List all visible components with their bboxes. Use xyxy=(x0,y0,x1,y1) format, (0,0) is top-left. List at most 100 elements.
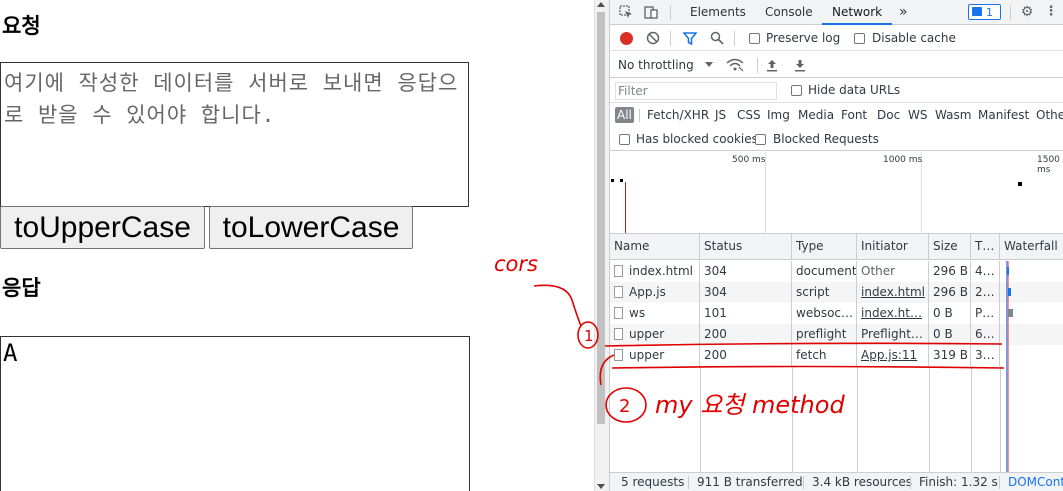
column-divider xyxy=(792,366,793,472)
column-size[interactable]: Size xyxy=(929,234,971,260)
column-waterfall[interactable]: Waterfall xyxy=(1000,234,1063,260)
request-type: websoc… xyxy=(792,303,857,324)
throttling-select[interactable]: No throttling xyxy=(618,58,694,72)
request-name-text: upper xyxy=(629,348,665,362)
request-name: upper xyxy=(610,324,700,345)
document-icon xyxy=(614,349,623,361)
request-initiator-link[interactable]: App.js:11 xyxy=(857,345,929,366)
tab-separator xyxy=(670,5,671,20)
column-time[interactable]: T… xyxy=(971,234,1000,260)
throttling-toolbar: No throttling xyxy=(610,52,1063,78)
search-icon[interactable] xyxy=(710,31,724,48)
request-waterfall xyxy=(1000,324,1063,345)
page-scrollbar[interactable] xyxy=(594,0,609,491)
request-name-text: upper xyxy=(629,327,665,341)
filter-type-manifest[interactable]: Manifest xyxy=(978,108,1029,122)
blocked-requests-checkbox[interactable] xyxy=(755,134,766,145)
column-divider xyxy=(971,366,972,472)
filter-type-all[interactable]: All xyxy=(615,107,634,123)
network-status-bar: 5 requests 911 B transferred 3.4 kB reso… xyxy=(610,472,1063,491)
filter-input[interactable]: Filter xyxy=(615,82,777,100)
request-row[interactable]: upper 200 fetch App.js:11 319 B 3… xyxy=(610,345,1063,366)
filter-type-other[interactable]: Other xyxy=(1036,108,1063,122)
more-tabs-chevron-icon[interactable]: » xyxy=(899,0,908,25)
filter-type-img[interactable]: Img xyxy=(767,108,790,122)
hide-data-urls-label: Hide data URLs xyxy=(808,83,901,97)
filter-type-doc[interactable]: Doc xyxy=(877,108,900,122)
column-type[interactable]: Type xyxy=(792,234,857,260)
tab-elements[interactable]: Elements xyxy=(690,0,746,25)
column-divider xyxy=(857,366,858,472)
request-heading: 요청 xyxy=(2,14,41,38)
request-initiator-link[interactable]: index.html xyxy=(857,282,929,303)
filter-separator xyxy=(639,109,640,122)
hide-data-urls-checkbox[interactable] xyxy=(791,85,802,96)
settings-gear-icon[interactable]: ⚙ xyxy=(1020,5,1034,19)
toolbar-separator xyxy=(734,31,735,46)
record-icon[interactable] xyxy=(620,32,633,45)
preserve-log-checkbox[interactable] xyxy=(749,33,760,44)
tab-network[interactable]: Network xyxy=(822,0,893,25)
request-textarea[interactable]: 여기에 작성한 데이터를 서버로 보내면 응답으로 받을 수 있어야 합니다. xyxy=(0,62,469,207)
status-separator xyxy=(910,476,911,489)
request-waterfall xyxy=(1000,345,1063,366)
request-initiator-link[interactable]: index.ht… xyxy=(857,303,929,324)
preserve-log-label: Preserve log xyxy=(766,31,841,45)
toolbar-separator xyxy=(670,31,671,46)
tab-console[interactable]: Console xyxy=(765,0,813,25)
network-conditions-wifi-icon[interactable] xyxy=(726,58,744,75)
request-size: 296 B xyxy=(929,261,971,282)
has-blocked-cookies-checkbox[interactable] xyxy=(619,134,630,145)
import-har-upload-icon[interactable] xyxy=(766,58,778,75)
scrollbar-thumb[interactable] xyxy=(597,12,605,424)
devtools-panel: Elements Console Network » 1 ⚙ ⋮ Preserv… xyxy=(609,0,1063,491)
request-name-text: ws xyxy=(629,306,646,320)
filter-funnel-icon[interactable] xyxy=(682,32,698,48)
document-icon xyxy=(614,286,623,298)
request-count: 5 requests xyxy=(621,475,685,489)
has-blocked-cookies-label: Has blocked cookies xyxy=(636,132,758,146)
response-text: A xyxy=(3,339,18,367)
overview-request-mark xyxy=(1018,182,1022,186)
request-row[interactable]: App.js 304 script index.html 296 B 2… xyxy=(610,282,1063,303)
request-row[interactable]: upper 200 preflight Preflight… 0 B 6… xyxy=(610,324,1063,345)
request-row[interactable]: index.html 304 document Other 296 B 4… xyxy=(610,261,1063,282)
filter-type-css[interactable]: CSS xyxy=(737,108,761,122)
filter-type-fetch-xhr[interactable]: Fetch/XHR xyxy=(647,108,709,122)
domcontentloaded-time: DOMConte xyxy=(1008,475,1063,489)
column-initiator[interactable]: Initiator xyxy=(857,234,929,260)
filter-type-js[interactable]: JS xyxy=(715,108,726,122)
to-upper-case-button[interactable]: toUpperCase xyxy=(0,206,205,249)
network-toolbar: Preserve log Disable cache xyxy=(610,26,1063,51)
column-name[interactable]: Name xyxy=(610,234,700,260)
request-name: index.html xyxy=(610,261,700,282)
overview-request-mark xyxy=(620,179,623,182)
web-page: 요청 여기에 작성한 데이터를 서버로 보내면 응답으로 받을 수 있어야 합니… xyxy=(0,0,594,491)
column-status[interactable]: Status xyxy=(700,234,792,260)
more-options-icon[interactable]: ⋮ xyxy=(1044,5,1058,19)
device-toolbar-icon[interactable] xyxy=(644,5,658,19)
filter-type-ws[interactable]: WS xyxy=(908,108,927,122)
filter-type-font[interactable]: Font xyxy=(841,108,867,122)
inspect-element-icon[interactable] xyxy=(619,5,633,19)
resources-size: 3.4 kB resources xyxy=(812,475,913,489)
document-icon xyxy=(614,328,623,340)
waterfall-bar xyxy=(1008,309,1013,317)
scroll-up-arrow-icon[interactable] xyxy=(597,2,605,7)
throttling-dropdown-icon[interactable] xyxy=(705,62,713,67)
to-lower-case-button[interactable]: toLowerCase xyxy=(209,206,413,249)
issues-badge[interactable]: 1 xyxy=(968,4,1001,20)
disable-cache-checkbox[interactable] xyxy=(854,33,865,44)
request-initiator: Other xyxy=(857,261,929,282)
request-name: ws xyxy=(610,303,700,324)
network-overview-timeline[interactable]: 500 ms 1000 ms 1500 ms xyxy=(610,152,1063,234)
filter-type-wasm[interactable]: Wasm xyxy=(935,108,971,122)
export-har-download-icon[interactable] xyxy=(794,58,806,75)
request-row[interactable]: ws 101 websoc… index.ht… 0 B P… xyxy=(610,303,1063,324)
response-heading: 응답 xyxy=(2,276,41,300)
scroll-down-arrow-icon[interactable] xyxy=(597,484,605,489)
request-type: preflight xyxy=(792,324,857,345)
request-size: 0 B xyxy=(929,303,971,324)
clear-icon[interactable] xyxy=(646,31,660,48)
filter-type-media[interactable]: Media xyxy=(798,108,834,122)
